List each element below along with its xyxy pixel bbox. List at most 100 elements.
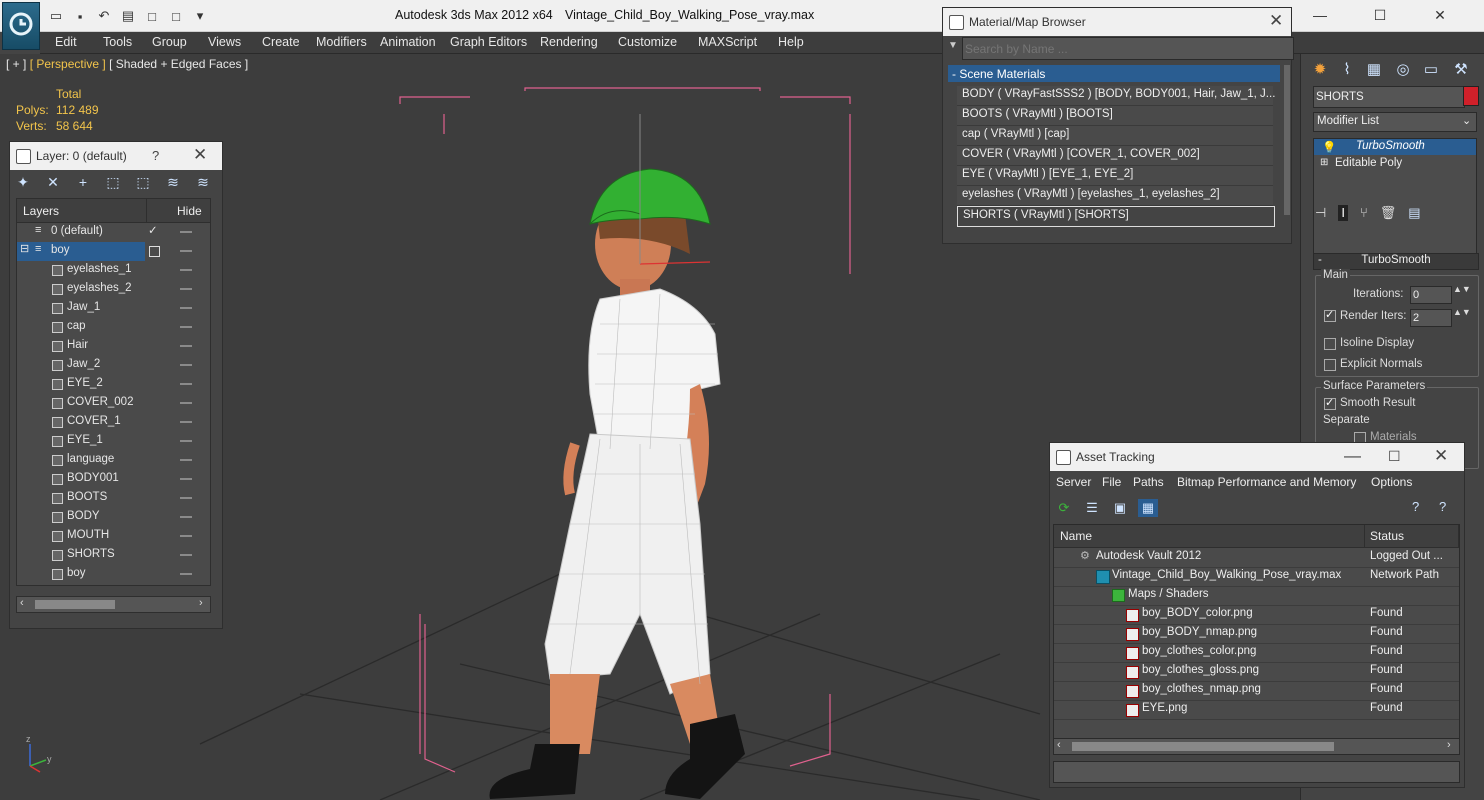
layer-object-row[interactable]: Jaw_1 <box>17 299 210 318</box>
layer-object-row[interactable]: boy <box>17 565 210 584</box>
material-browser-titlebar[interactable]: Material/Map Browser ✕ <box>943 8 1291 36</box>
layer-row-boy[interactable]: ⊟ ≡ boy <box>17 242 145 261</box>
hide-toggle-icon[interactable] <box>180 535 192 537</box>
motion-tab-icon[interactable]: ◎ <box>1391 59 1415 81</box>
asset-tracking-titlebar[interactable]: Asset Tracking — ☐ ✕ <box>1050 443 1464 471</box>
object-name-field[interactable] <box>1313 86 1465 108</box>
layer-object-row[interactable]: Hair <box>17 337 210 356</box>
menu-graph-editors[interactable]: Graph Editors <box>450 35 527 49</box>
close-icon[interactable]: ✕ <box>193 145 207 165</box>
hide-toggle-icon[interactable] <box>180 231 192 233</box>
undo-icon[interactable]: ↶ <box>94 7 114 25</box>
remove-modifier-icon[interactable]: 🗑 <box>1380 205 1397 221</box>
render-iters-checkbox[interactable] <box>1324 308 1336 322</box>
menu-server[interactable]: Server <box>1056 475 1091 489</box>
asset-row[interactable]: Vintage_Child_Boy_Walking_Pose_vray.max … <box>1054 567 1459 587</box>
hide-toggle-icon[interactable] <box>180 554 192 556</box>
layer-object-row[interactable]: SHORTS <box>17 546 210 565</box>
asset-row[interactable]: Maps / Shaders <box>1054 586 1459 606</box>
list-view-icon[interactable]: ☰ <box>1082 499 1102 517</box>
layer-panel-titlebar[interactable]: Layer: 0 (default) ? ✕ <box>10 142 222 170</box>
layer-object-row[interactable]: eyelashes_2 <box>17 280 210 299</box>
save-file-icon[interactable]: ▪ <box>70 7 90 25</box>
menu-rendering[interactable]: Rendering <box>540 35 598 49</box>
hide-toggle-icon[interactable] <box>180 345 192 347</box>
turbosmooth-rollout[interactable]: - TurboSmooth <box>1313 253 1479 270</box>
layer-object-row[interactable]: EYE_1 <box>17 432 210 451</box>
menu-edit[interactable]: Edit <box>55 35 77 49</box>
menu-file[interactable]: File <box>1102 475 1121 489</box>
object-color-swatch[interactable] <box>1463 86 1479 106</box>
help-icon[interactable]: ? <box>1412 499 1419 514</box>
material-row[interactable]: SHORTS ( VRayMtl ) [SHORTS] <box>957 206 1275 227</box>
menu-create[interactable]: Create <box>262 35 300 49</box>
thumbnail-view-icon[interactable]: ▣ <box>1110 499 1130 517</box>
render-iters-spinner[interactable] <box>1410 309 1452 327</box>
layer-object-row[interactable]: MOUTH <box>17 527 210 546</box>
hide-toggle-icon[interactable] <box>180 288 192 290</box>
maximize-icon[interactable]: ☐ <box>1388 448 1401 465</box>
close-icon[interactable]: ✕ <box>1410 4 1470 26</box>
viewport-label[interactable]: [ + ] [ Perspective ] [ Shaded + Edged F… <box>6 57 248 71</box>
current-layer-check-icon[interactable]: ✓ <box>148 223 158 237</box>
material-row[interactable]: EYE ( VRayMtl ) [EYE_1, EYE_2] <box>957 166 1273 186</box>
menu-group[interactable]: Group <box>152 35 187 49</box>
menu-paths[interactable]: Paths <box>1133 475 1164 489</box>
spinner-arrows-icon[interactable]: ▲▼ <box>1453 307 1471 317</box>
asset-row[interactable]: boy_BODY_color.png Found <box>1054 605 1459 625</box>
smooth-result-checkbox[interactable] <box>1324 396 1336 410</box>
scroll-right-icon[interactable]: › <box>1447 739 1451 751</box>
layer-object-row[interactable]: cap <box>17 318 210 337</box>
asset-row[interactable]: EYE.png Found <box>1054 700 1459 720</box>
project-folder-icon[interactable]: □ <box>166 7 186 25</box>
iterations-spinner[interactable] <box>1410 286 1452 304</box>
viewport-menu-plus[interactable]: [ + ] <box>6 57 26 71</box>
dropdown-arrow-icon[interactable]: ▾ <box>190 7 210 25</box>
column-hide[interactable]: Hide <box>177 204 202 218</box>
configure-sets-icon[interactable]: ▤ <box>1408 205 1420 221</box>
minimize-icon[interactable]: — <box>1344 446 1361 466</box>
hide-toggle-icon[interactable] <box>180 402 192 404</box>
pin-stack-icon[interactable]: ⊣ <box>1315 205 1326 221</box>
scroll-left-icon[interactable]: ‹ <box>20 597 24 609</box>
viewport-view-menu[interactable]: [ Perspective ] <box>30 57 106 71</box>
hide-toggle-icon[interactable] <box>180 383 192 385</box>
material-row[interactable]: cap ( VRayMtl ) [cap] <box>957 126 1273 146</box>
layer-object-row[interactable]: COVER_1 <box>17 413 210 432</box>
create-tab-icon[interactable]: ✹ <box>1308 59 1332 81</box>
hide-toggle-icon[interactable] <box>180 459 192 461</box>
lightbulb-icon[interactable]: 💡 <box>1322 140 1336 154</box>
highlight-icon[interactable]: ? <box>1439 499 1446 514</box>
hide-toggle-icon[interactable] <box>180 421 192 423</box>
table-view-icon[interactable]: ▦ <box>1138 499 1158 517</box>
hide-all-icon[interactable]: ≋ <box>162 172 184 192</box>
delete-layer-icon[interactable]: ✕ <box>42 172 64 192</box>
menu-options[interactable]: Options <box>1371 475 1412 489</box>
modifier-list-dropdown[interactable]: Modifier List ⌄ <box>1313 112 1477 132</box>
asset-row[interactable]: boy_BODY_nmap.png Found <box>1054 624 1459 644</box>
hide-toggle-icon[interactable] <box>180 516 192 518</box>
explicit-normals-checkbox[interactable] <box>1324 359 1336 371</box>
open-file-icon[interactable]: ▭ <box>46 7 66 25</box>
menu-animation[interactable]: Animation <box>380 35 436 49</box>
close-icon[interactable]: ✕ <box>1434 446 1448 466</box>
asset-horizontal-scrollbar[interactable]: ‹ › <box>1053 738 1460 755</box>
hierarchy-tab-icon[interactable]: ▦ <box>1362 59 1386 81</box>
close-icon[interactable]: ✕ <box>1269 11 1283 31</box>
modify-tab-icon[interactable]: ⌇ <box>1335 59 1359 81</box>
layer-row-default[interactable]: ≡ 0 (default) ✓ <box>17 223 210 242</box>
scroll-left-icon[interactable]: ‹ <box>1057 739 1061 751</box>
help-icon[interactable]: ? <box>152 148 159 163</box>
material-row[interactable]: COVER ( VRayMtl ) [COVER_1, COVER_002] <box>957 146 1273 166</box>
minimize-icon[interactable]: — <box>1290 4 1350 26</box>
create-layer-icon[interactable]: ✦ <box>12 172 34 192</box>
asset-row[interactable]: boy_clothes_color.png Found <box>1054 643 1459 663</box>
collapse-icon[interactable]: ⊟ <box>20 242 29 255</box>
expand-icon[interactable]: ⊞ <box>1320 157 1328 168</box>
menu-tools[interactable]: Tools <box>103 35 132 49</box>
layer-object-row[interactable]: Jaw_2 <box>17 356 210 375</box>
app-logo-button[interactable] <box>2 2 40 50</box>
asset-row[interactable]: boy_clothes_gloss.png Found <box>1054 662 1459 682</box>
layer-object-row[interactable]: BODY001 <box>17 470 210 489</box>
layer-object-row[interactable]: BODY <box>17 508 210 527</box>
